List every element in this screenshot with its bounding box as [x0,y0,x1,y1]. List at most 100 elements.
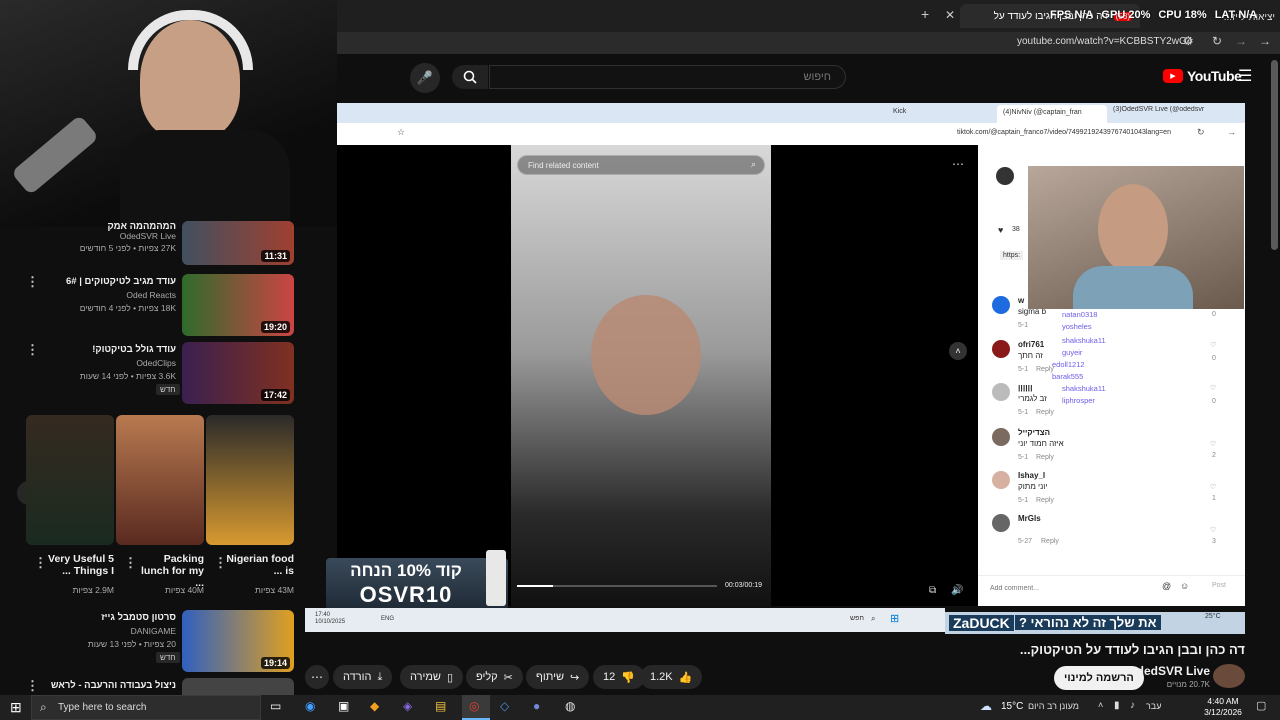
heart-outline-icon[interactable]: ♡ [1210,526,1216,534]
comment-author[interactable]: w [1018,296,1024,305]
reply-link[interactable]: Reply [1036,497,1054,504]
related-video-item[interactable]: ⋮ 19:20 עודד מגיב לטיקטוקים | 6# Oded Re… [0,274,300,336]
subscribe-button[interactable]: הרשמה למינוי [1054,666,1144,690]
more-options-icon[interactable]: ⋯ [952,157,964,171]
more-options-icon[interactable]: ⋮ [26,678,39,694]
windows-start-icon[interactable]: ⊞ [10,699,22,716]
more-actions-button[interactable]: ⋯ [305,665,329,689]
dislike-button[interactable]: 12 👎 [593,665,645,689]
avatar[interactable] [992,296,1010,314]
inner-url[interactable]: tiktok.com/@captain_franco7/video/749921… [957,129,1171,136]
heart-outline-icon[interactable]: ♡ [1210,440,1216,448]
star-icon[interactable]: ☆ [397,127,405,138]
tiktok-video[interactable]: Find related content ⌕ 00:03/00:19 [511,145,771,606]
windows-logo-icon[interactable]: ⊞ [890,612,899,625]
reload-icon[interactable]: ↻ [1212,34,1222,48]
edge-icon[interactable]: ◉ [305,699,315,713]
office-icon[interactable]: ◈ [403,699,412,713]
related-video-item[interactable]: 11:31 המהמהמה אמק OdedSVR Live 27K צפיות… [0,221,300,265]
forward-icon[interactable]: → [1235,34,1247,48]
channel-avatar[interactable] [1213,664,1245,688]
inner-tab[interactable]: Kick [893,108,983,115]
comment-author[interactable]: MrGls [1018,514,1041,523]
menu-icon[interactable]: ☰ [1238,66,1252,86]
network-icon[interactable]: ▮ [1114,700,1120,711]
taskbar-search[interactable]: ⌕ Type here to search [31,695,261,720]
link-preview[interactable]: https: [1000,251,1024,260]
heart-outline-icon[interactable]: ♡ [1210,483,1216,491]
short-thumbnail[interactable] [116,415,204,545]
voice-search-button[interactable]: 🎤 [410,63,440,93]
more-options-icon[interactable]: ⋮ [26,342,39,358]
short-thumbnail[interactable] [206,415,294,545]
inner-tab-active[interactable]: (4)NivNiv (@captain_fran [997,105,1107,123]
volume-icon[interactable]: 🔊 [951,585,963,596]
clip-button[interactable]: קליפ ✂ [466,665,523,689]
download-button[interactable]: הורדה ⤓ [333,665,393,689]
chrome-taskbar-button[interactable]: ◎ [462,695,490,720]
search-box[interactable] [489,65,846,89]
reload-icon[interactable]: ↻ [1197,127,1205,138]
close-tab-icon[interactable]: ✕ [945,8,955,22]
avatar[interactable] [992,383,1010,401]
comment-author[interactable]: Ishay_l [1018,471,1045,480]
search-button[interactable] [452,65,488,89]
video-channel: DANIGAME [130,626,176,636]
video-time: 00:03/00:19 [725,582,762,589]
comment-author[interactable]: ןןןןןן [1018,383,1032,392]
notification-icon[interactable]: ▢ [1256,699,1266,712]
input-language[interactable]: עבר [1146,701,1161,711]
search-input[interactable] [490,66,845,88]
file-explorer-icon[interactable]: ▤ [435,699,446,713]
video-player[interactable]: (3)OdedSVR Live (@odedsvr (4)NivNiv (@ca… [337,103,1245,606]
related-video-item[interactable]: ⋮ ניצול בעבודה והרעבה - לראש [0,678,300,695]
related-video-item[interactable]: ⋮ 17:42 עודד גולל בטיקטוק! OdedClips 3.6… [0,342,300,404]
inner-tab[interactable]: (3)OdedSVR Live (@odedsvr [1113,106,1233,122]
related-video-item[interactable]: 19:14 סרטון סטמבל גייז DANIGAME 20 צפיות… [0,610,300,672]
heart-icon[interactable]: ♥ [998,225,1003,235]
chevron-up-icon[interactable]: ˄ [1098,700,1103,710]
short-thumbnail[interactable] [26,415,114,545]
like-button[interactable]: 1.2K 👍 [640,665,703,689]
comment-author[interactable]: ofri761 [1018,340,1044,349]
address-bar[interactable]: youtube.com/watch?v=KCBBSTY2wG4 ⚙ ↻ → → [337,32,1280,54]
tune-icon[interactable]: ⚙ [1183,34,1194,48]
inner-address-bar[interactable]: tiktok.com/@captain_franco7/video/749921… [337,123,1245,145]
avatar[interactable] [992,428,1010,446]
comment-text: איזה חמוד יוני [1018,439,1064,448]
picture-in-picture-icon[interactable]: ⧉ [929,585,936,596]
avatar[interactable] [992,471,1010,489]
discord-icon[interactable]: ● [533,699,540,713]
more-options-icon[interactable]: ⋮ [26,274,39,290]
url-text[interactable]: youtube.com/watch?v=KCBBSTY2wG4 [1017,36,1192,47]
share-button[interactable]: שיתוף ↪ [526,665,590,689]
volume-icon[interactable]: ♪ [1130,700,1135,711]
back-icon[interactable]: → [1259,34,1271,48]
forward-icon[interactable]: → [1227,127,1236,137]
reply-link[interactable]: Reply [1036,454,1054,461]
mention-icon[interactable]: @ [1162,581,1171,591]
app-icon[interactable]: ◇ [500,699,509,713]
creator-avatar[interactable] [996,167,1014,185]
store-icon[interactable]: ▣ [338,699,349,713]
comment-author[interactable]: הצדיקייל [1018,428,1050,437]
avatar[interactable] [992,514,1010,532]
emoji-icon[interactable]: ☺ [1180,581,1189,591]
short-views: 40M צפיות [164,585,204,595]
previous-video-button[interactable]: ˄ [949,342,967,360]
youtube-logo[interactable]: ▶ YouTube [1163,68,1242,84]
reply-link[interactable]: Reply [1041,538,1059,545]
page-scrollbar[interactable] [1271,60,1278,250]
post-button[interactable]: Post [1212,582,1226,589]
new-tab-icon[interactable]: + [921,6,929,22]
copilot-icon[interactable]: ◆ [370,699,379,713]
avatar[interactable] [992,340,1010,358]
reply-link[interactable]: Reply [1036,409,1054,416]
add-comment-input[interactable] [990,581,1150,595]
save-button[interactable]: שמירה ▯ [400,665,464,689]
taskbar-clock[interactable]: 4:40 AM 3/12/2026 [1198,696,1248,718]
task-view-icon[interactable]: ▭ [270,699,281,713]
video-progress-track[interactable] [517,585,717,587]
obs-icon[interactable]: ◍ [565,699,575,713]
find-related-bar[interactable]: Find related content ⌕ [517,155,765,175]
